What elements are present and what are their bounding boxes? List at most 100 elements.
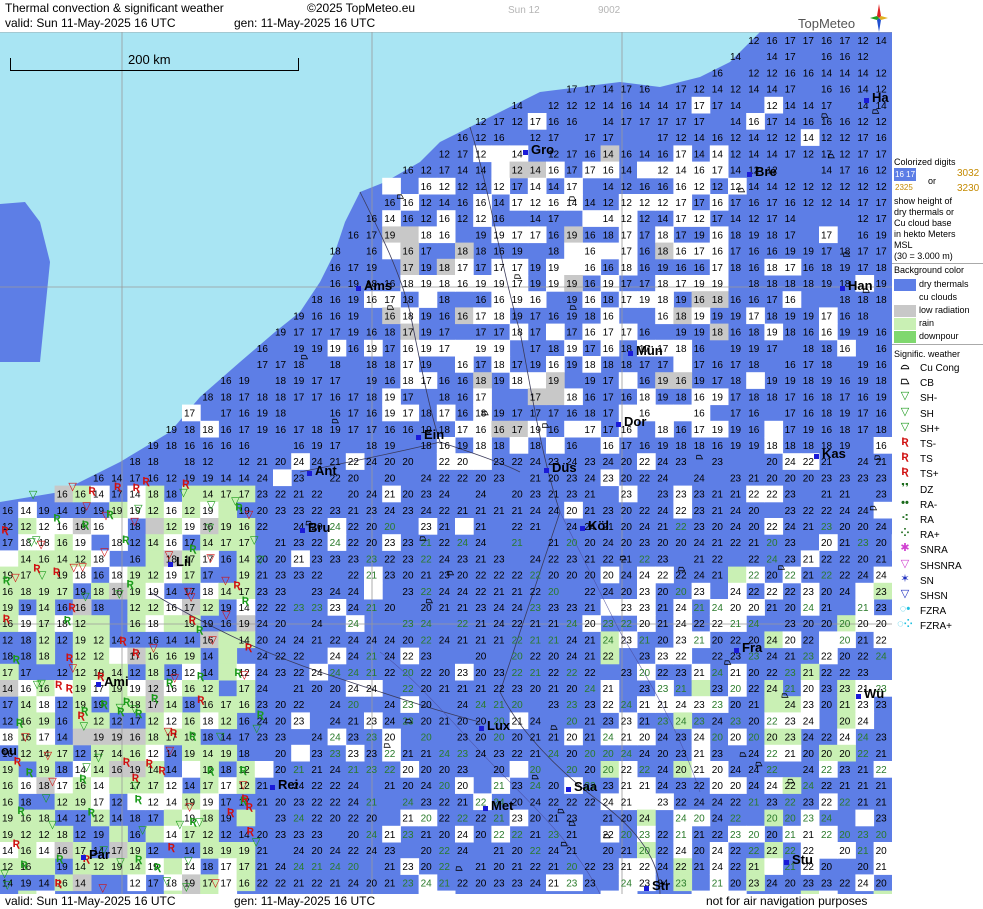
svg-text:21: 21	[475, 522, 487, 533]
svg-text:20: 20	[566, 862, 578, 873]
svg-text:20: 20	[603, 571, 615, 582]
svg-text:21: 21	[857, 635, 869, 646]
svg-text:14: 14	[785, 117, 797, 128]
svg-text:20: 20	[803, 619, 815, 630]
svg-text:24: 24	[566, 652, 578, 663]
svg-text:19: 19	[384, 230, 396, 241]
weather-map[interactable]: 1216171716171214121414171616121216121216…	[0, 32, 892, 894]
svg-text:▽: ▽	[240, 670, 249, 682]
svg-text:16: 16	[493, 295, 505, 306]
svg-text:20: 20	[548, 652, 560, 663]
svg-text:12: 12	[184, 668, 196, 679]
svg-text:20: 20	[639, 733, 651, 744]
svg-text:24: 24	[330, 733, 342, 744]
svg-text:16: 16	[584, 295, 596, 306]
svg-text:12: 12	[111, 716, 123, 727]
svg-text:22: 22	[839, 878, 851, 889]
svg-text:20: 20	[548, 473, 560, 484]
svg-text:19: 19	[348, 328, 360, 339]
svg-text:21: 21	[548, 684, 560, 695]
svg-text:16: 16	[239, 700, 251, 711]
svg-text:23: 23	[694, 490, 706, 501]
svg-text:20: 20	[857, 862, 869, 873]
svg-text:16: 16	[439, 214, 451, 225]
svg-text:23: 23	[603, 781, 615, 792]
svg-text:12: 12	[148, 603, 160, 614]
svg-text:22: 22	[821, 797, 833, 808]
svg-text:17: 17	[603, 425, 615, 436]
svg-text:21: 21	[475, 554, 487, 565]
svg-text:20: 20	[621, 473, 633, 484]
svg-text:23: 23	[785, 716, 797, 727]
legend-wx-raplus: ⁘ RA+	[894, 528, 979, 543]
svg-text:▽: ▽	[44, 750, 53, 762]
svg-text:16: 16	[675, 376, 687, 387]
svg-text:24: 24	[603, 733, 615, 744]
shower-light-icon: ▽	[896, 391, 914, 405]
svg-text:Ʀ: Ʀ	[257, 709, 265, 721]
svg-text:Ʀ: Ʀ	[17, 805, 25, 817]
svg-text:23: 23	[675, 781, 687, 792]
svg-text:12: 12	[821, 182, 833, 193]
svg-text:24: 24	[348, 652, 360, 663]
svg-text:20: 20	[512, 733, 524, 744]
svg-text:18: 18	[657, 295, 669, 306]
svg-text:24: 24	[293, 862, 305, 873]
svg-text:▽: ▽	[211, 877, 220, 889]
svg-text:Ʀ: Ʀ	[88, 807, 96, 819]
svg-text:19: 19	[348, 295, 360, 306]
svg-text:24: 24	[566, 522, 578, 533]
svg-text:21: 21	[748, 538, 760, 549]
svg-text:19: 19	[239, 376, 251, 387]
svg-text:20: 20	[512, 846, 524, 857]
svg-text:23: 23	[402, 700, 414, 711]
city-frankfurt: Fra	[734, 640, 762, 655]
svg-text:24: 24	[530, 781, 542, 792]
svg-text:20: 20	[439, 668, 451, 679]
svg-text:21: 21	[730, 619, 742, 630]
svg-text:16: 16	[712, 360, 724, 371]
svg-text:20: 20	[348, 473, 360, 484]
svg-text:⏢: ⏢	[740, 749, 748, 759]
svg-text:Ʀ: Ʀ	[122, 534, 130, 546]
svg-text:16: 16	[748, 409, 760, 420]
svg-text:17: 17	[603, 392, 615, 403]
svg-text:12: 12	[621, 182, 633, 193]
svg-text:23: 23	[566, 878, 578, 889]
svg-text:19: 19	[730, 425, 742, 436]
svg-text:20: 20	[621, 587, 633, 598]
svg-text:23: 23	[857, 473, 869, 484]
svg-text:▽: ▽	[207, 500, 216, 512]
svg-text:18: 18	[766, 392, 778, 403]
svg-text:20: 20	[675, 538, 687, 549]
svg-text:12: 12	[166, 522, 178, 533]
svg-text:16: 16	[712, 198, 724, 209]
svg-text:21: 21	[821, 603, 833, 614]
svg-text:▽: ▽	[184, 586, 193, 598]
svg-text:24: 24	[712, 814, 724, 825]
svg-text:23: 23	[293, 506, 305, 517]
svg-text:16: 16	[20, 846, 32, 857]
svg-text:18: 18	[839, 295, 851, 306]
svg-text:24: 24	[857, 571, 869, 582]
svg-text:24: 24	[348, 619, 360, 630]
svg-text:17: 17	[2, 538, 14, 549]
svg-text:24: 24	[530, 878, 542, 889]
svg-text:22: 22	[439, 473, 451, 484]
svg-text:▽: ▽	[245, 509, 254, 521]
digits-text-1: dry thermals or	[894, 207, 954, 218]
svg-text:24: 24	[330, 765, 342, 776]
svg-text:19: 19	[38, 765, 50, 776]
svg-text:20: 20	[384, 473, 396, 484]
svg-text:19: 19	[530, 360, 542, 371]
svg-text:24: 24	[330, 862, 342, 873]
svg-text:22: 22	[530, 846, 542, 857]
svg-text:23: 23	[275, 587, 287, 598]
svg-text:24: 24	[439, 490, 451, 501]
svg-text:24: 24	[766, 684, 778, 695]
svg-text:18: 18	[20, 635, 32, 646]
svg-text:12: 12	[2, 635, 14, 646]
svg-text:16: 16	[639, 182, 651, 193]
svg-text:20: 20	[712, 765, 724, 776]
topmeteo-logo[interactable]: TopMeteo	[790, 2, 890, 32]
